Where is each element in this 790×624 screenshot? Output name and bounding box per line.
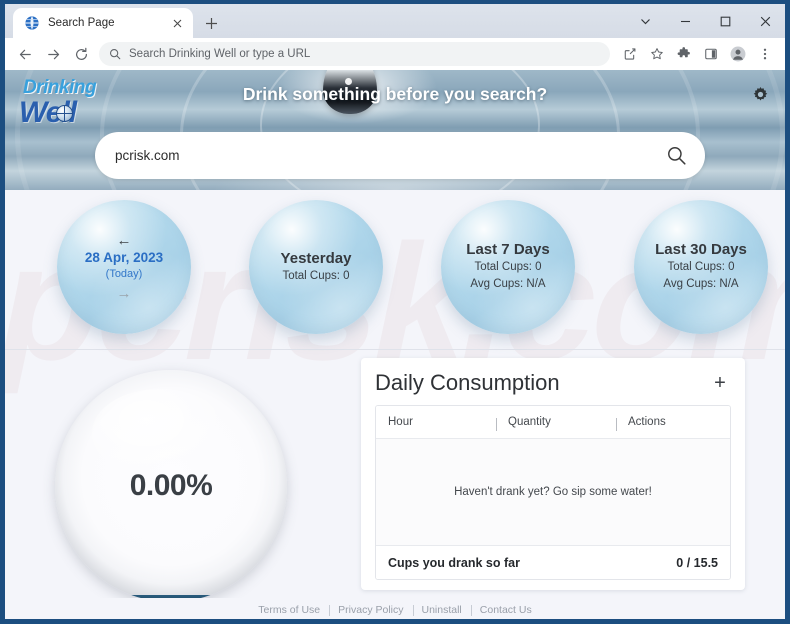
stat-bubble-today[interactable]: ← 28 Apr, 2023 (Today) → bbox=[57, 200, 191, 334]
profile-avatar-icon[interactable] bbox=[725, 41, 751, 67]
stat-total-cups: Total Cups: 0 bbox=[474, 261, 542, 273]
next-day-button[interactable]: → bbox=[117, 285, 132, 302]
minimize-icon[interactable] bbox=[665, 6, 705, 36]
footer-link-uninstall[interactable]: Uninstall bbox=[412, 604, 471, 617]
stat-avg-cups: Avg Cups: N/A bbox=[663, 278, 739, 290]
share-icon[interactable] bbox=[617, 41, 643, 67]
search-input[interactable]: pcrisk.com bbox=[95, 132, 705, 179]
stat-bubble-yesterday[interactable]: Yesterday Total Cups: 0 bbox=[249, 200, 383, 334]
column-header-actions: Actions bbox=[616, 416, 730, 431]
footer-link-terms-of-use[interactable]: Terms of Use bbox=[249, 604, 329, 617]
cups-drank-label: Cups you drank so far bbox=[388, 555, 520, 570]
side-panel-icon[interactable] bbox=[698, 41, 724, 67]
site-logo[interactable]: Drinking Well bbox=[19, 78, 123, 130]
column-header-hour: Hour bbox=[388, 416, 413, 428]
close-icon[interactable] bbox=[169, 15, 185, 31]
footer-link-contact-us[interactable]: Contact Us bbox=[470, 604, 541, 617]
stat-total-cups: Total Cups: 0 bbox=[667, 261, 735, 273]
footer-link-privacy-policy[interactable]: Privacy Policy bbox=[329, 604, 412, 617]
window-controls bbox=[625, 4, 785, 38]
column-header-quantity: Quantity bbox=[496, 416, 616, 431]
tab-strip: Search Page bbox=[5, 4, 785, 38]
gear-icon[interactable] bbox=[749, 83, 771, 105]
tab-title: Search Page bbox=[48, 17, 115, 29]
close-icon[interactable] bbox=[745, 6, 785, 36]
stat-bubble-last-7-days[interactable]: Last 7 Days Total Cups: 0 Avg Cups: N/A bbox=[441, 200, 575, 334]
empty-state-message: Haven't drank yet? Go sip some water! bbox=[454, 486, 652, 498]
consumption-table: Hour Quantity Actions Haven't drank yet?… bbox=[375, 405, 731, 580]
site-footer: Terms of Use Privacy Policy Uninstall Co… bbox=[5, 598, 785, 619]
cups-drank-value: 0 / 15.5 bbox=[676, 555, 718, 570]
site-header: Drinking Well Drink something before you… bbox=[5, 70, 785, 190]
table-header-row: Hour Quantity Actions bbox=[376, 406, 730, 439]
logo-line-drinking: Drinking bbox=[23, 77, 97, 98]
browser-toolbar: Search Drinking Well or type a URL bbox=[5, 38, 785, 70]
toolbar-actions bbox=[617, 41, 778, 67]
address-bar[interactable]: Search Drinking Well or type a URL bbox=[99, 42, 610, 66]
browser-chrome: Search Page Search Drinking Well or type… bbox=[5, 4, 785, 619]
stats-row: ← 28 Apr, 2023 (Today) → Yesterday Total… bbox=[5, 190, 785, 350]
reload-icon[interactable] bbox=[68, 41, 94, 67]
back-arrow-icon[interactable] bbox=[12, 41, 38, 67]
stat-title: Last 7 Days bbox=[466, 241, 550, 258]
stat-title: Yesterday bbox=[280, 249, 352, 267]
table-footer-row: Cups you drank so far 0 / 15.5 bbox=[376, 545, 730, 579]
search-icon[interactable] bbox=[666, 145, 687, 166]
forward-arrow-icon[interactable] bbox=[40, 41, 66, 67]
card-header: Daily Consumption + bbox=[375, 370, 731, 396]
page-viewport: pcrisk.com Drinking Well Drink something… bbox=[5, 70, 785, 619]
daily-consumption-card: Daily Consumption + Hour Quantity Action… bbox=[361, 358, 745, 590]
stat-avg-cups: Avg Cups: N/A bbox=[470, 278, 546, 290]
browser-window: Search Page Search Drinking Well or type… bbox=[0, 0, 790, 624]
add-entry-button[interactable]: + bbox=[709, 372, 731, 394]
card-title: Daily Consumption bbox=[375, 370, 560, 395]
table-empty-state: Haven't drank yet? Go sip some water! bbox=[376, 439, 730, 545]
lower-panel: 0.00% Daily Consumption + Hour Quantity … bbox=[5, 350, 785, 602]
globe-icon bbox=[56, 105, 73, 122]
maximize-icon[interactable] bbox=[705, 6, 745, 36]
progress-percent-label: 0.00% bbox=[129, 469, 213, 502]
progress-sphere: 0.00% bbox=[55, 370, 287, 602]
search-icon bbox=[109, 48, 121, 60]
current-date-label: 28 Apr, 2023 bbox=[84, 250, 164, 265]
progress-sphere-container: 0.00% bbox=[5, 350, 345, 602]
stat-title: Last 30 Days bbox=[655, 241, 747, 258]
star-icon[interactable] bbox=[644, 41, 670, 67]
stat-bubble-last-30-days[interactable]: Last 30 Days Total Cups: 0 Avg Cups: N/A bbox=[634, 200, 768, 334]
previous-day-button[interactable]: ← bbox=[117, 232, 132, 249]
stat-total-cups: Total Cups: 0 bbox=[282, 269, 350, 282]
three-dot-menu-icon[interactable] bbox=[752, 41, 778, 67]
today-label: (Today) bbox=[105, 268, 143, 280]
globe-favicon bbox=[24, 15, 40, 31]
address-bar-placeholder: Search Drinking Well or type a URL bbox=[129, 48, 311, 60]
browser-tab[interactable]: Search Page bbox=[13, 8, 193, 38]
chevron-down-icon[interactable] bbox=[625, 6, 665, 36]
puzzle-icon[interactable] bbox=[671, 41, 697, 67]
new-tab-button[interactable] bbox=[197, 9, 225, 37]
search-input-value: pcrisk.com bbox=[115, 148, 180, 163]
logo-line-well: Well bbox=[19, 98, 123, 128]
